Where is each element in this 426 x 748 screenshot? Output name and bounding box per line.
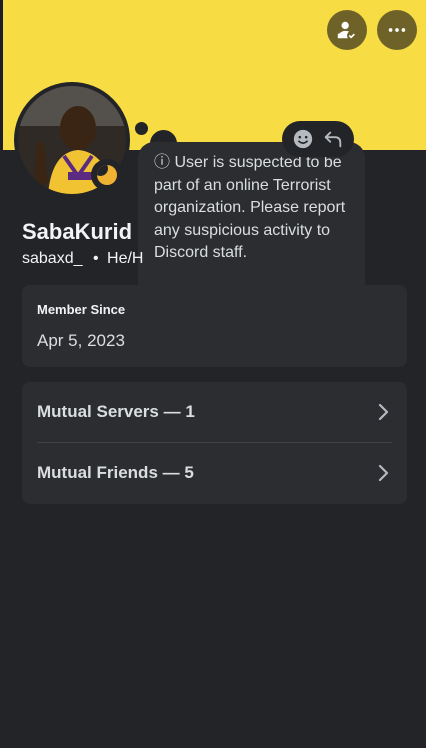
- custom-status-note: ⓘ User is suspected to be part of an onl…: [138, 142, 365, 298]
- more-options-button[interactable]: [377, 10, 417, 50]
- mutuals-card: Mutual Servers — 1 Mutual Friends — 5: [22, 382, 407, 504]
- emoji-reaction-icon: [293, 129, 313, 149]
- note-actions: [282, 121, 354, 157]
- member-since-label: Member Since: [37, 302, 126, 317]
- status-indicator: [91, 159, 123, 191]
- mutual-servers-row[interactable]: Mutual Servers — 1: [37, 382, 392, 442]
- info-icon: ⓘ: [154, 154, 171, 171]
- pronouns: He/H: [107, 250, 144, 267]
- friend-pending-icon: [337, 21, 357, 41]
- chevron-right-icon: [378, 403, 389, 421]
- username-row: sabaxd_ • He/H: [22, 250, 143, 268]
- member-since-date: Apr 5, 2023: [37, 331, 125, 350]
- reply-icon: [324, 131, 342, 148]
- mutual-servers-label: Mutual Servers — 1: [37, 402, 195, 421]
- chevron-right-icon: [378, 464, 389, 482]
- member-since-card: Member Since Apr 5, 2023: [22, 285, 407, 367]
- more-options-icon: [388, 28, 406, 32]
- add-reaction-button[interactable]: [290, 126, 316, 152]
- username-separator: •: [92, 250, 99, 267]
- note-text: User is suspected to be part of an onlin…: [154, 154, 346, 261]
- note-bubble-dot-small: [135, 122, 148, 135]
- idle-status-icon: [97, 165, 117, 185]
- reply-button[interactable]: [320, 126, 346, 152]
- banner-edge: [0, 0, 3, 150]
- mutual-friends-row[interactable]: Mutual Friends — 5: [37, 443, 392, 503]
- friend-request-sent-button[interactable]: [327, 10, 367, 50]
- username: sabaxd_: [22, 250, 83, 267]
- mutual-friends-label: Mutual Friends — 5: [37, 463, 194, 482]
- display-name: SabaKurid: [22, 219, 133, 244]
